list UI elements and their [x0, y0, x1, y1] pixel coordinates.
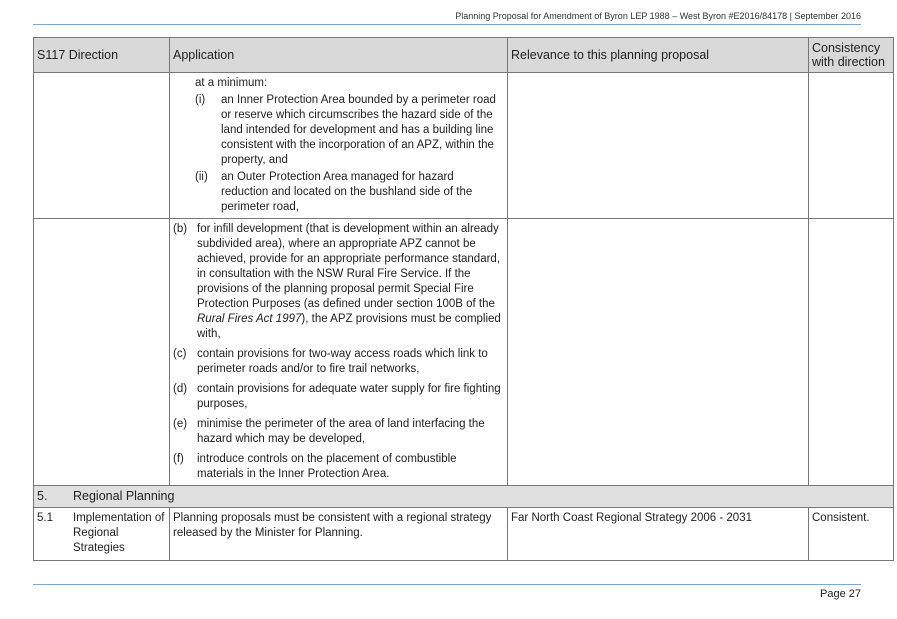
- relevance-cell: Far North Coast Regional Strategy 2006 -…: [507, 507, 809, 561]
- item-label: (d): [173, 383, 188, 395]
- footer-rule: [33, 584, 861, 585]
- list-item: (b) for infill development (that is deve…: [173, 222, 504, 342]
- list-item: (i) an Inner Protection Area bounded by …: [173, 93, 504, 168]
- item-label: (b): [173, 223, 188, 235]
- item-label: (f): [173, 453, 184, 465]
- table-row: at a minimum: (i) an Inner Protection Ar…: [33, 72, 894, 219]
- page-number: Page 27: [820, 588, 861, 600]
- consistency-cell: [808, 72, 894, 219]
- table-header-row: S117 Direction Application Relevance to …: [33, 37, 894, 73]
- section-title: Regional Planning: [73, 489, 175, 503]
- application-cell: (b) for infill development (that is deve…: [169, 218, 508, 486]
- item-text: an Inner Protection Area bounded by a pe…: [221, 94, 496, 166]
- section-heading: 5. Regional Planning: [33, 485, 894, 508]
- list-item: (f) introduce controls on the placement …: [173, 452, 504, 482]
- column-header: S117 Direction: [33, 37, 170, 73]
- relevance-cell: [507, 218, 809, 486]
- s117-table: S117 Direction Application Relevance to …: [33, 37, 894, 561]
- consistency-cell: Consistent.: [808, 507, 894, 561]
- page-header: Planning Proposal for Amendment of Byron…: [455, 11, 861, 21]
- item-text: contain provisions for adequate water su…: [197, 383, 501, 410]
- item-text-part: for infill development (that is developm…: [197, 223, 501, 310]
- direction-title: Implementation of Regional Strategies: [73, 512, 165, 554]
- list-item: (ii) an Outer Protection Area managed fo…: [173, 170, 504, 215]
- item-label: (i): [195, 94, 206, 106]
- item-label: (c): [173, 348, 187, 360]
- direction-cell: 5.1 Implementation of Regional Strategie…: [33, 507, 170, 561]
- item-text: an Outer Protection Area managed for haz…: [221, 171, 473, 213]
- list-item: (d) contain provisions for adequate wate…: [173, 382, 504, 412]
- item-text: contain provisions for two-way access ro…: [197, 348, 488, 375]
- direction-number: 5.1: [37, 512, 53, 524]
- header-rule: [33, 24, 861, 25]
- direction-cell: [33, 72, 170, 219]
- section-number: 5.: [37, 489, 48, 503]
- relevance-cell: [507, 72, 809, 219]
- column-header: Relevance to this planning proposal: [507, 37, 809, 73]
- consistency-cell: [808, 218, 894, 486]
- item-label: (e): [173, 418, 188, 430]
- item-label: (ii): [195, 171, 208, 183]
- item-text: minimise the perimeter of the area of la…: [197, 418, 485, 445]
- act-name: Rural Fires Act 1997: [197, 313, 302, 325]
- table-row: 5.1 Implementation of Regional Strategie…: [33, 507, 894, 561]
- item-text: introduce controls on the placement of c…: [197, 453, 457, 480]
- list-item: (e) minimise the perimeter of the area o…: [173, 417, 504, 447]
- table-row: (b) for infill development (that is deve…: [33, 218, 894, 486]
- direction-cell: [33, 218, 170, 486]
- item-text: for infill development (that is developm…: [197, 222, 504, 342]
- application-cell: at a minimum: (i) an Inner Protection Ar…: [169, 72, 508, 219]
- list-item: (c) contain provisions for two-way acces…: [173, 347, 504, 377]
- section-row: 5. Regional Planning: [33, 485, 894, 508]
- lead-text: at a minimum:: [195, 77, 268, 89]
- column-header: Consistency with direction: [808, 37, 894, 73]
- column-header: Application: [169, 37, 508, 73]
- application-cell: Planning proposals must be consistent wi…: [169, 507, 508, 561]
